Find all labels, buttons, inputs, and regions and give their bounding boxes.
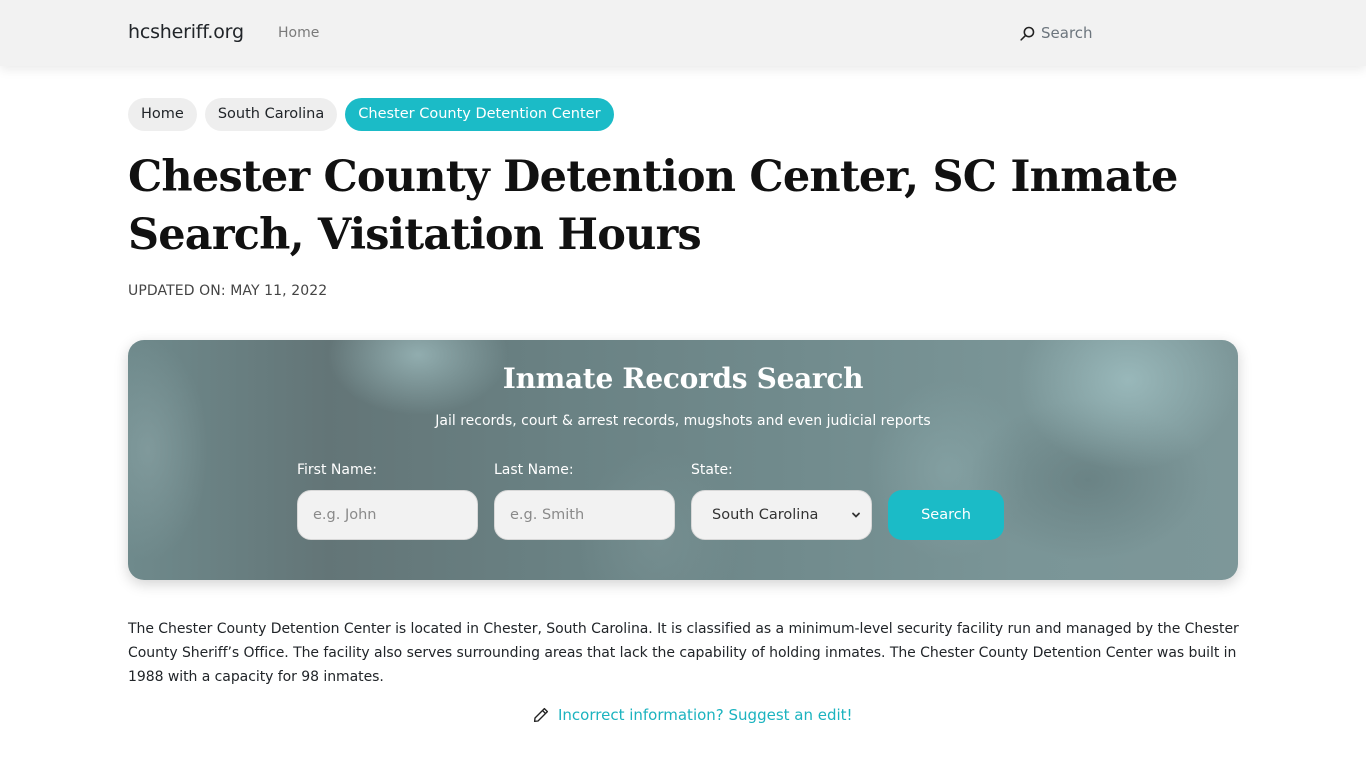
nav-home-link[interactable]: Home bbox=[278, 25, 319, 41]
suggest-edit-link[interactable]: Incorrect information? Suggest an edit! bbox=[532, 706, 853, 724]
state-select[interactable]: South Carolina bbox=[691, 490, 872, 540]
last-name-label: Last Name: bbox=[494, 462, 574, 478]
search-button[interactable]: Search bbox=[888, 490, 1004, 540]
last-name-input[interactable] bbox=[494, 490, 675, 540]
nav-search-label: Search bbox=[1041, 24, 1093, 42]
chevron-down-icon bbox=[852, 512, 860, 518]
nav-search-button[interactable]: Search bbox=[1019, 24, 1093, 42]
brand-logo[interactable]: hcsheriff.org bbox=[128, 21, 244, 43]
state-select-value: South Carolina bbox=[712, 507, 819, 523]
suggest-edit-label: Incorrect information? Suggest an edit! bbox=[558, 706, 853, 724]
navbar: hcsheriff.org Home Search bbox=[0, 0, 1366, 66]
breadcrumb-current[interactable]: Chester County Detention Center bbox=[345, 98, 614, 131]
search-card-title: Inmate Records Search bbox=[502, 362, 864, 395]
search-card-subtitle: Jail records, court & arrest records, mu… bbox=[435, 413, 931, 429]
search-icon bbox=[1020, 26, 1035, 41]
breadcrumb: Home South Carolina Chester County Deten… bbox=[128, 98, 614, 131]
breadcrumb-home[interactable]: Home bbox=[128, 98, 197, 131]
first-name-input[interactable] bbox=[297, 490, 478, 540]
updated-date: UPDATED ON: MAY 11, 2022 bbox=[128, 283, 328, 299]
first-name-label: First Name: bbox=[297, 462, 377, 478]
state-label: State: bbox=[691, 462, 733, 478]
inmate-search-card: Inmate Records Search Jail records, cour… bbox=[128, 340, 1238, 580]
pencil-icon bbox=[533, 707, 549, 723]
page-title: Chester County Detention Center, SC Inma… bbox=[128, 152, 1178, 260]
breadcrumb-south-carolina[interactable]: South Carolina bbox=[204, 98, 338, 131]
facility-description: The Chester County Detention Center is l… bbox=[128, 621, 1239, 685]
